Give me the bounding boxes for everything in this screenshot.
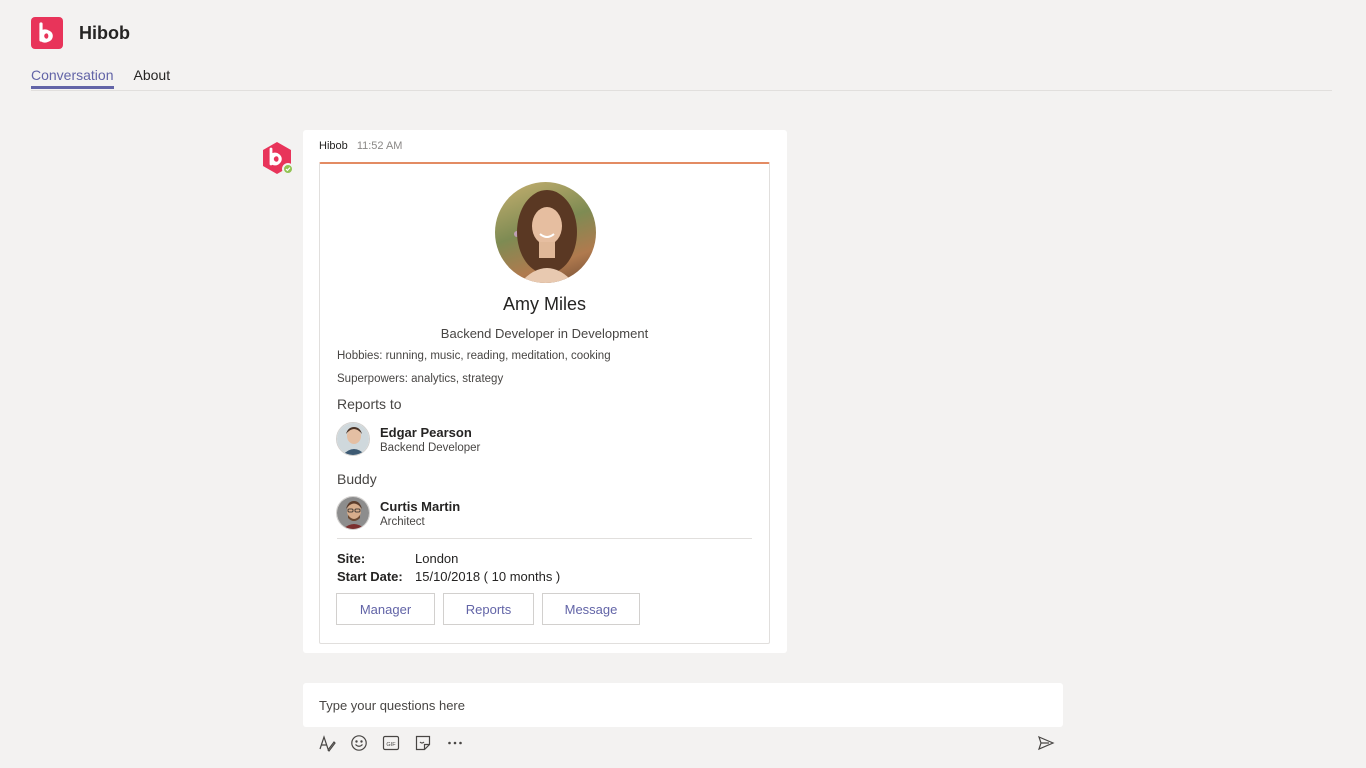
profile-card: Amy Miles Backend Developer in Developme… (319, 162, 770, 644)
reports-button[interactable]: Reports (443, 593, 534, 625)
tab-about[interactable]: About (134, 67, 171, 89)
more-options-icon[interactable] (445, 733, 465, 753)
manager-name: Edgar Pearson (380, 424, 472, 440)
bot-message: Hibob 11:52 AM Amy Miles Backend Develop… (303, 130, 787, 653)
compose-box (303, 683, 1063, 727)
sticker-icon[interactable] (413, 733, 433, 753)
manager-button[interactable]: Manager (336, 593, 435, 625)
compose-toolbar: GIF (317, 733, 477, 753)
profile-superpowers: Superpowers: analytics, strategy (337, 373, 504, 385)
fact-value: 15/10/2018 ( 10 months ) (415, 568, 561, 584)
fact-key: Start Date: (337, 568, 403, 584)
app-title: Hibob (79, 22, 130, 43)
fact-value: London (415, 550, 459, 566)
tab-bar: Conversation About (31, 67, 190, 89)
fact-row-site: Site: London (337, 549, 560, 567)
buddy-label: Buddy (337, 471, 377, 487)
profile-hobbies: Hobbies: running, music, reading, medita… (337, 350, 611, 362)
message-header: Hibob 11:52 AM (319, 140, 402, 152)
fact-key: Site: (337, 550, 366, 566)
buddy-name: Curtis Martin (380, 498, 461, 514)
manager-avatar (336, 422, 370, 456)
tab-conversation[interactable]: Conversation (31, 67, 114, 89)
buddy-entry[interactable]: Curtis Martin Architect (336, 496, 460, 530)
message-button[interactable]: Message (542, 593, 640, 625)
profile-photo (495, 182, 596, 283)
bot-avatar[interactable] (260, 141, 294, 175)
buddy-title: Architect (380, 515, 425, 528)
svg-text:GIF: GIF (386, 742, 396, 748)
fact-row-start-date: Start Date: 15/10/2018 ( 10 months ) (337, 567, 560, 585)
message-sender: Hibob (319, 140, 348, 152)
buddy-avatar (336, 496, 370, 530)
message-input[interactable] (319, 697, 1063, 713)
manager-title: Backend Developer (380, 441, 481, 454)
card-actions: Manager Reports Message (336, 593, 648, 625)
gif-icon[interactable]: GIF (381, 733, 401, 753)
presence-available-icon (282, 163, 294, 175)
header-divider (31, 90, 1332, 91)
format-icon[interactable] (317, 733, 337, 753)
app-header: Hibob (31, 17, 130, 49)
hibob-logo-icon (31, 17, 63, 49)
reports-to-label: Reports to (337, 396, 402, 412)
fact-set: Site: London Start Date: 15/10/2018 ( 10… (337, 549, 560, 585)
profile-name: Amy Miles (502, 294, 586, 314)
message-timestamp: 11:52 AM (356, 140, 403, 152)
emoji-icon[interactable] (349, 733, 369, 753)
send-icon[interactable] (1036, 733, 1056, 753)
card-divider (337, 538, 752, 539)
profile-role: Backend Developer in Development (440, 326, 649, 341)
manager-entry[interactable]: Edgar Pearson Backend Developer (336, 422, 480, 456)
